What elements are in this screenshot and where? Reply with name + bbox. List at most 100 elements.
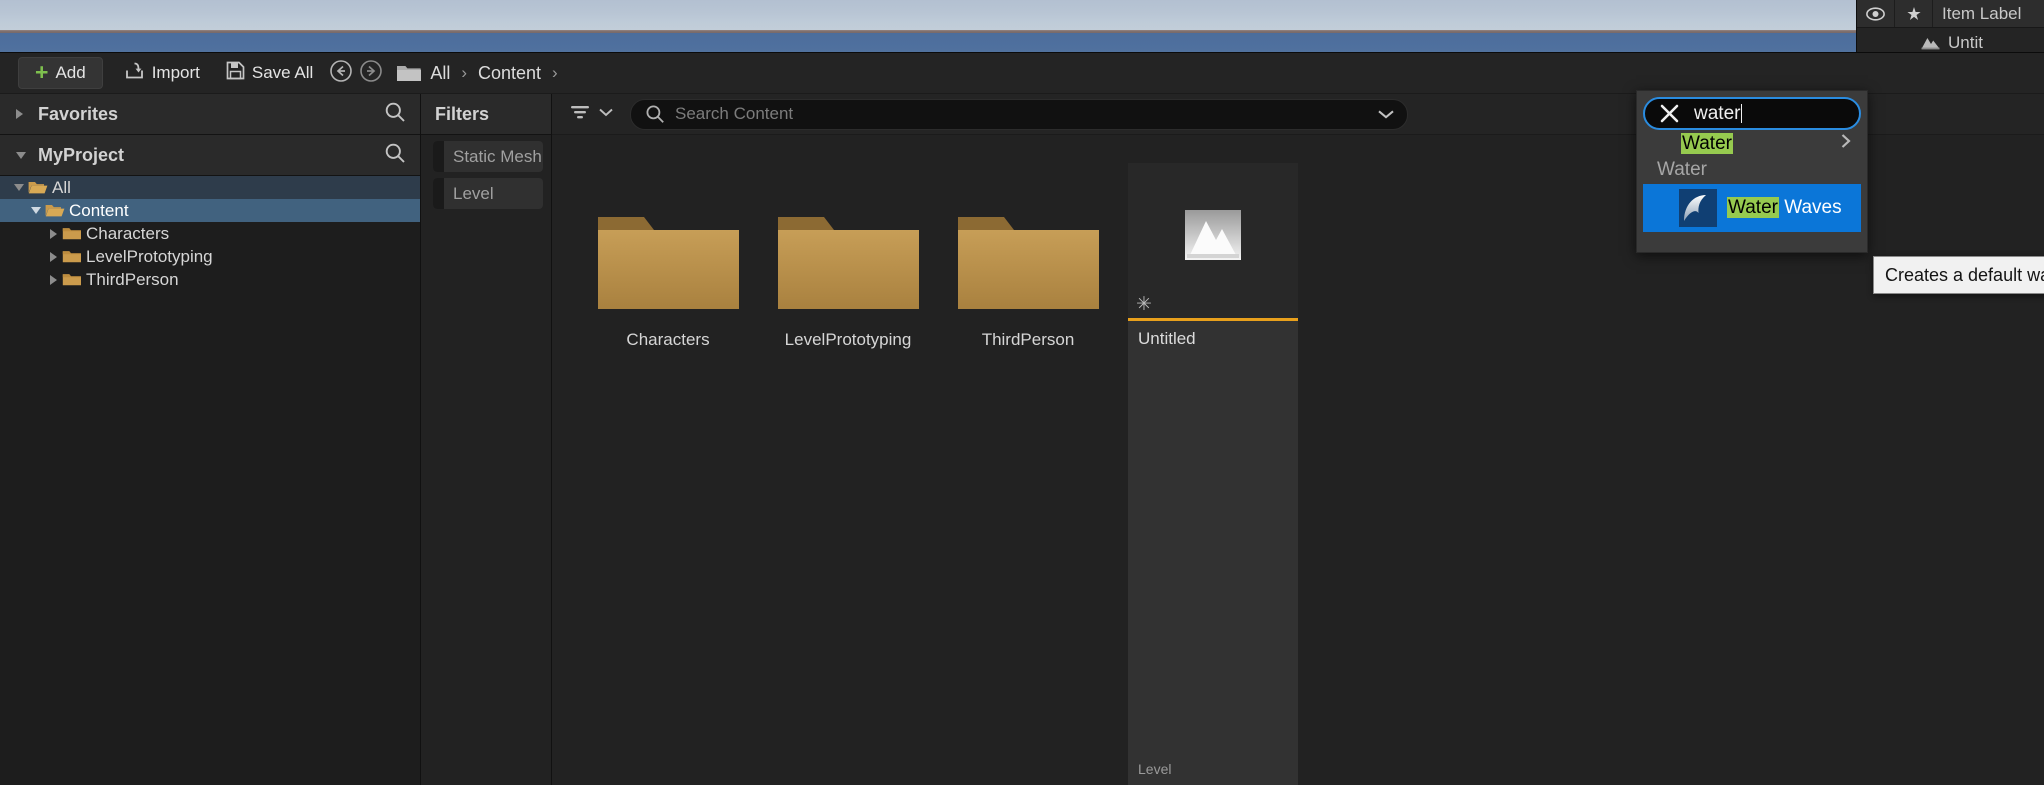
chevron-right-icon[interactable] (16, 109, 38, 119)
chevron-right-icon[interactable] (44, 251, 62, 262)
search-placeholder: Search Content (675, 104, 794, 123)
place-actors-section-header: Water (1657, 159, 1707, 180)
sky-upper (0, 0, 2044, 31)
folder-icon (62, 272, 86, 287)
asset-tile-untitled-level[interactable]: ✳ Untitled Level (1128, 163, 1298, 785)
folder-icon (758, 163, 938, 313)
tree-item-all[interactable]: All (0, 176, 420, 199)
plus-icon: + (35, 58, 49, 85)
eye-icon[interactable] (1857, 0, 1895, 27)
save-all-button-label: Save All (251, 63, 314, 82)
folder-icon (396, 63, 422, 83)
folder-icon (938, 163, 1118, 313)
folder-tile-characters[interactable]: Characters (578, 163, 758, 785)
place-actors-popup: water Water Water Water Waves (1636, 90, 1868, 253)
tree-item-levelprototyping[interactable]: LevelPrototyping (0, 245, 420, 268)
add-button[interactable]: + Add (18, 57, 103, 89)
folder-icon (62, 226, 86, 241)
asset-thumbnail: ✳ (1128, 163, 1298, 318)
pin-icon[interactable] (1895, 0, 1933, 27)
place-actors-category-water[interactable]: Water (1643, 130, 1861, 157)
folder-open-icon (28, 180, 52, 195)
tree-item-label: LevelPrototyping (86, 246, 213, 266)
folder-tile-levelprototyping[interactable]: LevelPrototyping (758, 163, 938, 785)
outliner-item-name: Untit (1948, 32, 1983, 52)
add-button-label: Add (55, 63, 86, 82)
asterisk-icon: ✳ (1136, 294, 1152, 315)
place-actors-result-water-waves[interactable]: Water Waves (1643, 184, 1861, 232)
level-viewport[interactable] (0, 0, 2044, 60)
asset-info: Untitled Level (1128, 321, 1298, 785)
tree-item-label: ThirdPerson (86, 269, 179, 289)
result-label-rest: Waves (1778, 197, 1842, 218)
filters-panel: Filters Static Mesh Level (421, 94, 551, 785)
favorites-section-header[interactable]: Favorites (0, 94, 420, 135)
popup-footer (1643, 232, 1861, 244)
close-x-icon[interactable] (1659, 103, 1680, 124)
tree-item-label: Characters (86, 223, 170, 243)
chevron-right-icon[interactable] (1839, 132, 1853, 155)
place-actors-search-value: water (1694, 102, 1741, 124)
chevron-down-icon (598, 105, 614, 123)
folder-tile-thirdperson[interactable]: ThirdPerson (938, 163, 1118, 785)
text-cursor (1741, 104, 1743, 123)
filters-dropdown-button[interactable] (570, 103, 614, 126)
save-all-button[interactable]: Save All (213, 58, 326, 88)
chevron-down-icon[interactable] (10, 184, 28, 191)
tooltip: Creates a default wa (1873, 256, 2044, 294)
search-icon (645, 104, 665, 124)
asset-type: Level (1138, 761, 1172, 777)
tree-item-thirdperson[interactable]: ThirdPerson (0, 268, 420, 291)
chevron-right-icon[interactable] (44, 228, 62, 239)
breadcrumb-all[interactable]: All (424, 63, 456, 84)
place-actors-search-input[interactable]: water (1643, 97, 1861, 130)
tree-item-characters[interactable]: Characters (0, 222, 420, 245)
breadcrumb-content[interactable]: Content (472, 63, 547, 84)
outliner-header-row: Item Label (1857, 0, 2044, 28)
tooltip-text: Creates a default wa (1885, 264, 2044, 285)
chevron-down-icon[interactable] (16, 151, 38, 159)
folder-tile-label: Characters (626, 330, 710, 349)
result-label-highlight: Water (1727, 197, 1779, 218)
world-outliner-panel: Item Label Untit (1856, 0, 2044, 57)
category-label-highlight: Water (1681, 132, 1733, 154)
navigate-forward-button[interactable] (356, 58, 386, 88)
chevron-down-icon[interactable] (1377, 108, 1395, 120)
folder-tile-label: ThirdPerson (981, 330, 1075, 349)
import-button-label: Import (151, 63, 200, 82)
navigate-back-button[interactable] (326, 58, 356, 88)
folder-icon (62, 249, 86, 264)
unreal-editor-screen: Item Label Untit + Add Import Save All A… (0, 0, 2044, 785)
folder-tree: All Content Characters LevelPrototyping … (0, 176, 420, 785)
water-waves-icon (1679, 189, 1717, 227)
search-input[interactable]: Search Content (630, 98, 1408, 130)
chevron-down-icon[interactable] (27, 207, 45, 214)
folder-icon (578, 163, 758, 313)
level-icon (1921, 35, 1940, 50)
tree-item-label: All (52, 177, 71, 197)
filter-static-mesh[interactable]: Static Mesh (433, 141, 543, 172)
project-section-header[interactable]: MyProject (0, 135, 420, 176)
filter-level[interactable]: Level (433, 178, 543, 209)
result-label: Water Waves (1727, 197, 1842, 219)
chevron-right-icon[interactable] (44, 274, 62, 285)
search-icon[interactable] (384, 101, 406, 128)
folder-tile-label: LevelPrototyping (784, 330, 912, 349)
category-label: Water (1681, 132, 1839, 155)
import-icon (124, 61, 145, 86)
tree-item-content[interactable]: Content (0, 199, 420, 222)
breadcrumb-separator-1: › (461, 63, 467, 82)
content-browser-toolbar: + Add Import Save All All › Content › (0, 53, 2044, 94)
outliner-column-item-label[interactable]: Item Label (1933, 0, 2044, 27)
level-thumbnail-icon (1182, 207, 1244, 274)
import-button[interactable]: Import (111, 58, 213, 88)
breadcrumb-separator-2: › (552, 63, 558, 82)
folder-open-icon (45, 203, 69, 218)
project-label: MyProject (38, 144, 125, 165)
asset-name: Untitled (1138, 329, 1196, 348)
search-icon[interactable] (384, 142, 406, 169)
tree-item-label: Content (69, 200, 129, 220)
filter-label: Level (453, 183, 494, 203)
save-icon (226, 61, 245, 85)
filters-title: Filters (421, 94, 551, 135)
